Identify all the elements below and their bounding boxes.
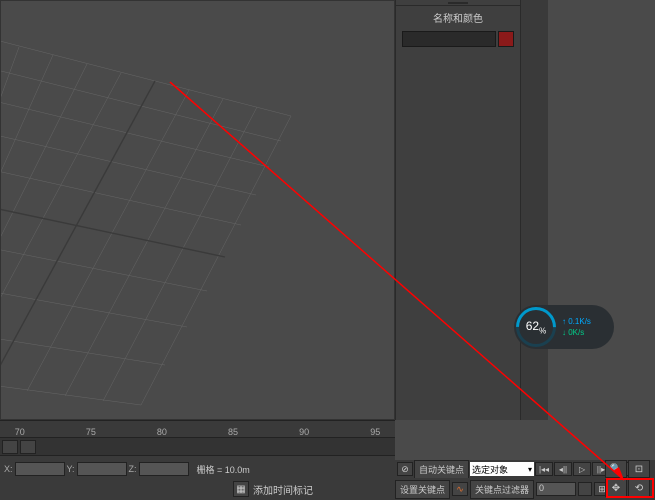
speed-percent: 62% [526, 319, 546, 335]
y-label: Y: [67, 464, 75, 474]
timeline[interactable]: 70 75 80 85 90 95 [0, 420, 395, 460]
z-label: Z: [129, 464, 137, 474]
tick: 80 [157, 427, 167, 437]
upload-speed: ↑ 0.1K/s [562, 316, 591, 327]
orbit-button[interactable]: ⟲ [628, 479, 650, 497]
set-key-button[interactable]: 设置关键点 [395, 480, 450, 499]
tick: 95 [370, 427, 380, 437]
tick: 90 [299, 427, 309, 437]
zoom-button[interactable]: 🔍 [605, 460, 627, 478]
script-listener-icon[interactable]: ▦ [233, 481, 249, 497]
grid-size-label: 栅格 = 10.0m [197, 463, 250, 476]
add-time-tag-label[interactable]: 添加时间标记 [253, 482, 313, 497]
viewport[interactable] [0, 0, 395, 420]
perspective-grid [1, 1, 394, 419]
viewport-nav-cluster: 🔍 ⊡ ✥ ⟲ [605, 460, 653, 497]
frame-spinner[interactable] [578, 482, 592, 496]
zoom-all-button[interactable]: ⊡ [628, 460, 650, 478]
network-speed-widget: 62% ↑ 0.1K/s ↓ 0K/s [514, 305, 614, 349]
y-input[interactable] [77, 462, 127, 476]
name-color-header: 名称和颜色 [396, 6, 520, 29]
key-lock-icon[interactable]: ⊘ [397, 462, 413, 476]
object-color-swatch[interactable] [498, 31, 514, 47]
play-button[interactable]: ▷ [573, 462, 591, 476]
x-input[interactable] [15, 462, 65, 476]
track-mode-button-1[interactable] [2, 440, 18, 454]
prev-frame-button[interactable]: ◂|| [554, 462, 572, 476]
object-name-input[interactable] [402, 31, 496, 47]
track-mode-button-2[interactable] [20, 440, 36, 454]
command-panel: 名称和颜色 [395, 0, 520, 420]
panel-tab-strip[interactable] [520, 0, 548, 420]
key-curve-icon[interactable]: ∿ [452, 482, 468, 496]
auto-key-button[interactable]: 自动关键点 [414, 460, 469, 479]
tick: 70 [15, 427, 25, 437]
timeline-ruler[interactable]: 70 75 80 85 90 95 [0, 420, 395, 438]
z-input[interactable] [139, 462, 189, 476]
download-speed: ↓ 0K/s [562, 327, 591, 338]
tick: 85 [228, 427, 238, 437]
viewport-extra-area [548, 0, 655, 420]
current-frame-input[interactable]: 0 [536, 482, 576, 496]
tick: 75 [86, 427, 96, 437]
goto-start-button[interactable]: |◂◂ [535, 462, 553, 476]
timeline-track[interactable] [0, 438, 395, 456]
x-label: X: [4, 464, 13, 474]
selection-dropdown[interactable]: 选定对象 [470, 462, 534, 476]
key-filters-button[interactable]: 关键点过滤器 [470, 480, 534, 499]
coordinate-bar: X: Y: Z: 栅格 = 10.0m [0, 460, 395, 478]
pan-button[interactable]: ✥ [605, 479, 627, 497]
